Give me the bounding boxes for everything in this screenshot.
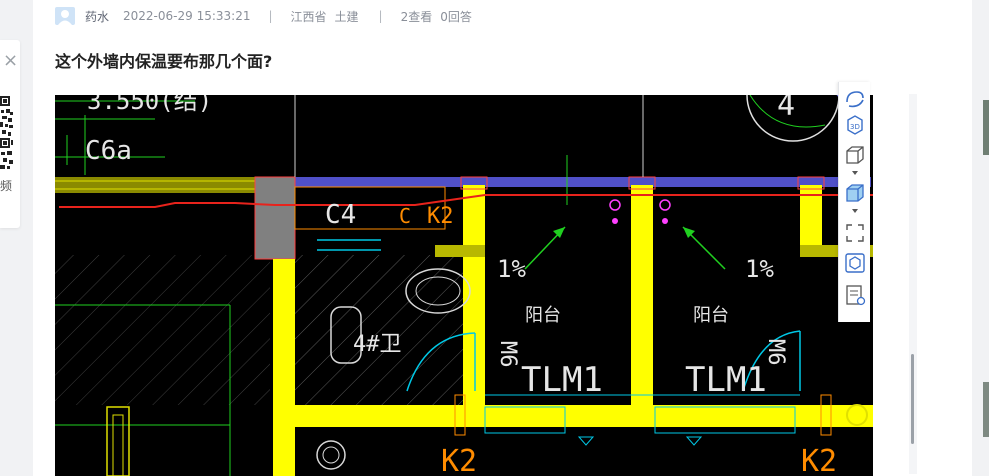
- meta-separator: |: [378, 9, 383, 23]
- cad-viewer-toolbar: 3D: [838, 82, 870, 322]
- cad-door-right-label: TLM1: [685, 360, 767, 400]
- cad-window-c4-label: C4: [325, 200, 356, 230]
- cad-m6-left-label: M6: [495, 341, 520, 368]
- author-name[interactable]: 药水: [85, 8, 109, 25]
- meta-separator: |: [268, 9, 273, 23]
- cad-elevation-label: 3.550(结): [87, 95, 212, 115]
- 3d-view-icon[interactable]: 3D: [843, 114, 867, 136]
- cad-door-left-label: TLM1: [521, 360, 603, 400]
- right-thumbnail[interactable]: [983, 100, 989, 155]
- cad-balcony-right-label: 阳台: [693, 305, 729, 326]
- post-meta: 药水 2022-06-29 15:33:21 | 江西省 土建 | 2查看 0回…: [55, 7, 472, 25]
- cube-solid-icon[interactable]: [843, 182, 867, 204]
- post-category[interactable]: 土建: [335, 8, 359, 25]
- cad-toilet-label: 4#卫: [353, 332, 402, 357]
- fullscreen-icon[interactable]: [843, 222, 867, 244]
- model-box-icon[interactable]: [843, 252, 867, 274]
- avatar[interactable]: [55, 7, 75, 25]
- side-widget-label: 频: [0, 180, 13, 192]
- view-count: 2查看: [400, 9, 433, 24]
- cad-slope-left-label: 1%: [497, 255, 526, 283]
- layer-settings-icon[interactable]: [843, 284, 867, 306]
- question-title: 这个外墙内保温要布那几个面?: [55, 52, 273, 71]
- cad-drawing-image[interactable]: 3.550(结) C6a C4 C K2 1% 1% 阳台 阳台 4#卫 M6 …: [55, 95, 873, 476]
- cad-c-label: C: [399, 204, 411, 228]
- close-icon[interactable]: ×: [3, 52, 18, 70]
- cad-balcony-left-label: 阳台: [525, 305, 561, 326]
- cad-k2-top-label: K2: [427, 204, 454, 229]
- cad-top-right-number: 4: [777, 95, 795, 123]
- image-scrollbar[interactable]: [911, 354, 914, 444]
- post-province[interactable]: 江西省: [291, 8, 327, 25]
- post-timestamp: 2022-06-29 15:33:21: [123, 9, 251, 23]
- svg-text:3D: 3D: [850, 123, 860, 131]
- cad-k2-bottom-left-label: K2: [441, 444, 477, 476]
- cad-slope-right-label: 1%: [745, 255, 774, 283]
- qr-code-icon: [0, 94, 13, 172]
- right-thumbnail[interactable]: [983, 382, 989, 437]
- cube-outline-icon[interactable]: [843, 144, 867, 166]
- cad-window-c6a-label: C6a: [85, 136, 132, 166]
- question-card: 药水 2022-06-29 15:33:21 | 江西省 土建 | 2查看 0回…: [33, 0, 972, 476]
- answer-count: 0回答: [440, 9, 472, 24]
- cad-k2-bottom-right-label: K2: [801, 444, 837, 476]
- rotate-view-icon[interactable]: [843, 88, 867, 110]
